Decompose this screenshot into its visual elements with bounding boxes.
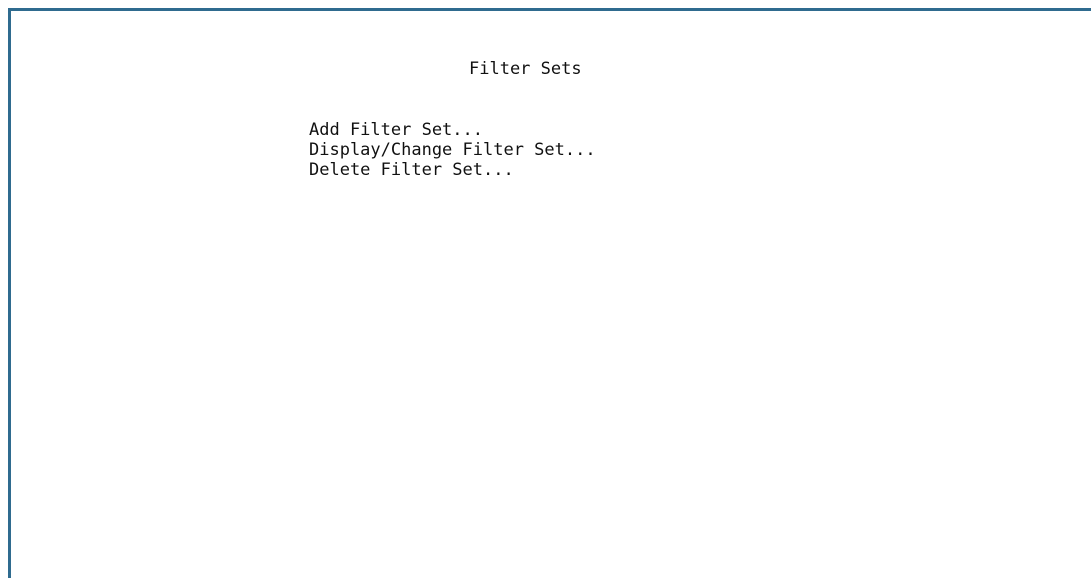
- delete-filter-set-menu-item[interactable]: Delete Filter Set...: [309, 160, 596, 180]
- filter-set-menu: Add Filter Set... Display/Change Filter …: [309, 120, 596, 180]
- display-change-filter-set-menu-item[interactable]: Display/Change Filter Set...: [309, 140, 596, 160]
- add-filter-set-menu-item[interactable]: Add Filter Set...: [309, 120, 596, 140]
- terminal-screen: Filter Sets Add Filter Set... Display/Ch…: [8, 8, 1091, 578]
- page-title: Filter Sets: [469, 59, 582, 79]
